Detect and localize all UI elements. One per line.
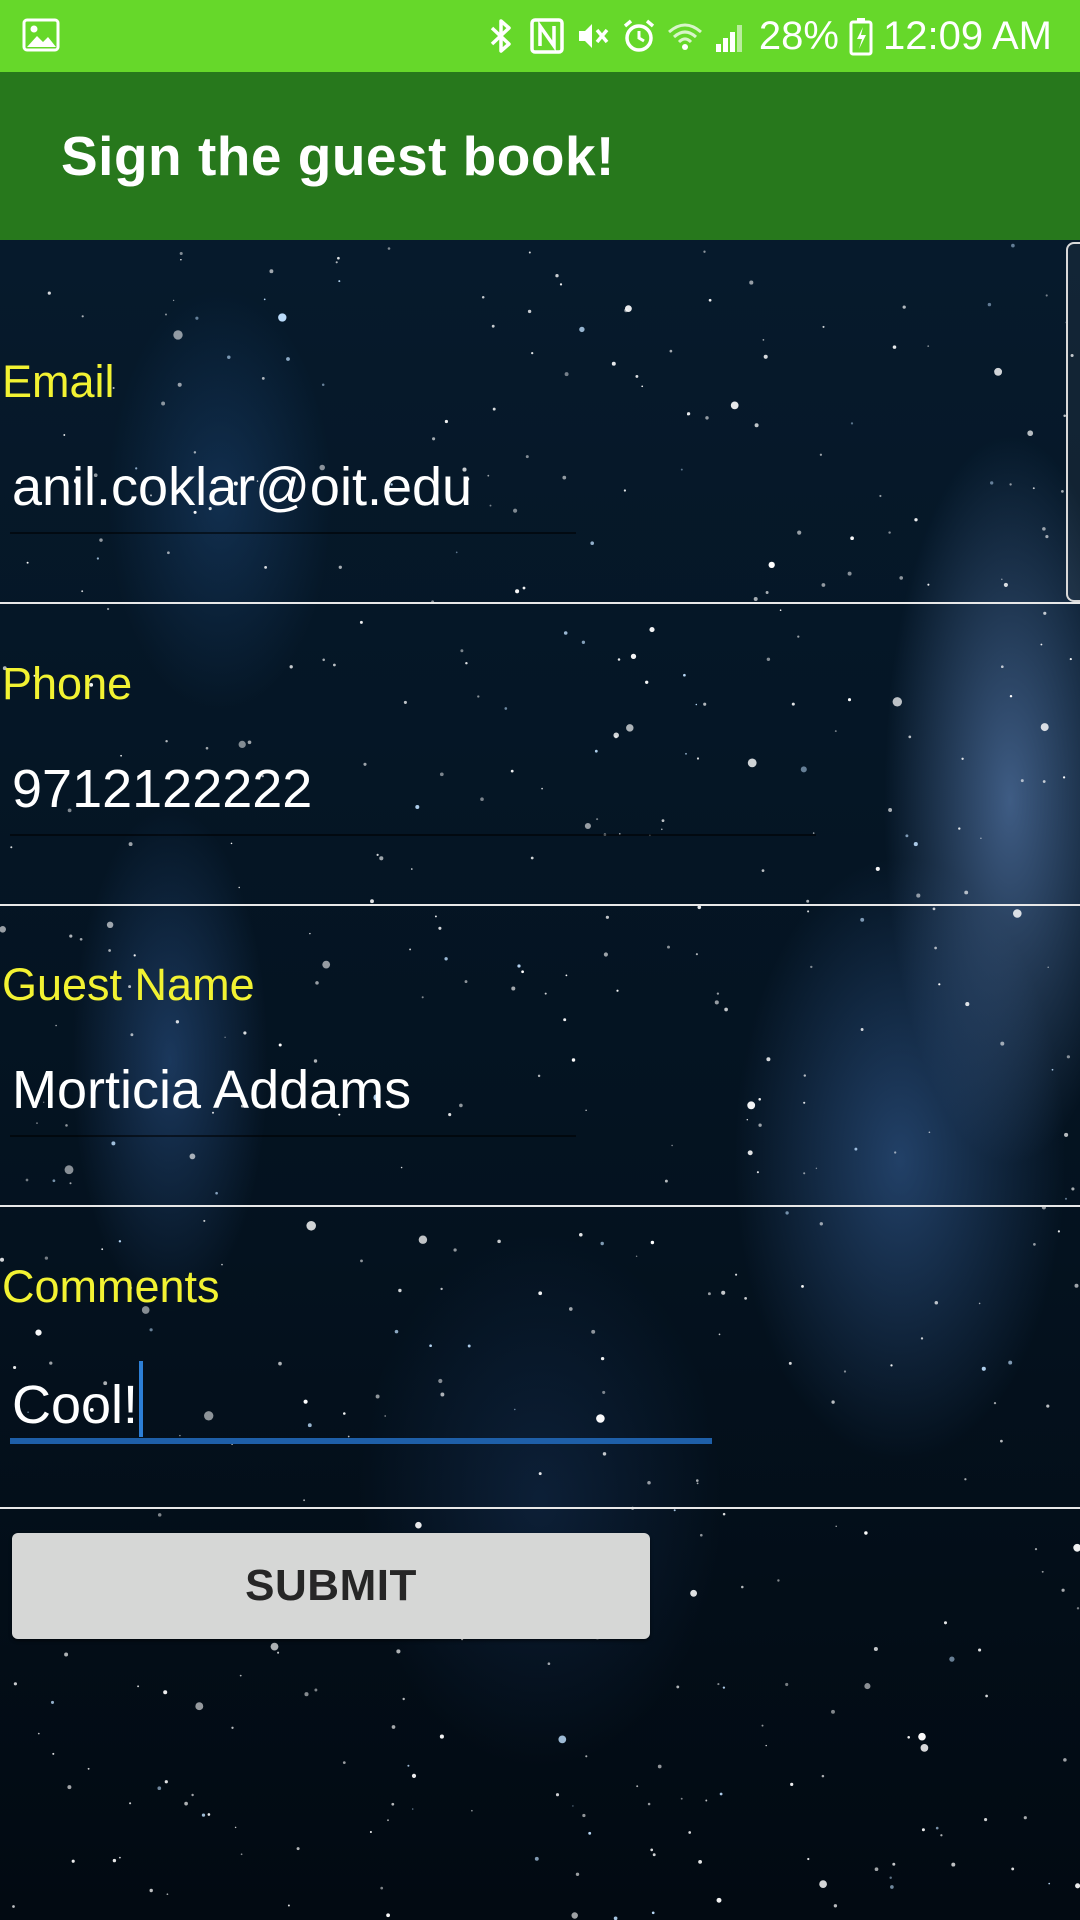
comments-label: Comments bbox=[2, 1261, 220, 1312]
nfc-icon bbox=[530, 18, 564, 54]
phone-input[interactable]: 9712122222 bbox=[12, 758, 312, 820]
gallery-icon bbox=[22, 18, 60, 52]
comments-input-focus-underline bbox=[10, 1438, 712, 1444]
email-label: Email bbox=[2, 356, 115, 407]
comments-field-group: Comments Cool! bbox=[0, 1143, 1080, 1509]
email-input-underline bbox=[10, 532, 576, 534]
status-bar: 28% 12:09 AM bbox=[0, 0, 1080, 72]
wifi-icon bbox=[667, 23, 702, 50]
comments-input-text: Cool! bbox=[12, 1375, 139, 1435]
phone-label: Phone bbox=[2, 658, 133, 709]
page-title: Sign the guest book! bbox=[61, 125, 615, 187]
guest-name-field-group: Guest Name Morticia Addams bbox=[0, 841, 1080, 1207]
content-area: Email anil.coklar@oit.edu Phone 97121222… bbox=[0, 240, 1080, 1920]
divider bbox=[0, 1507, 1080, 1509]
signal-icon bbox=[715, 25, 742, 52]
phone-input-underline bbox=[10, 834, 816, 836]
phone-field-group: Phone 9712122222 bbox=[0, 540, 1080, 906]
alarm-icon bbox=[623, 19, 655, 52]
comments-input[interactable]: Cool! bbox=[12, 1361, 144, 1437]
status-time: 12:09 AM bbox=[882, 14, 1052, 58]
text-cursor bbox=[139, 1361, 144, 1437]
email-input[interactable]: anil.coklar@oit.edu bbox=[12, 456, 472, 518]
submit-button[interactable]: SUBMIT bbox=[12, 1533, 650, 1639]
email-field-group: Email anil.coklar@oit.edu bbox=[0, 240, 1080, 604]
guest-name-input[interactable]: Morticia Addams bbox=[12, 1059, 411, 1121]
guest-name-label: Guest Name bbox=[2, 959, 255, 1010]
app-bar: Sign the guest book! bbox=[0, 72, 1080, 240]
battery-percent: 28% bbox=[758, 14, 839, 58]
vibrate-mute-icon bbox=[578, 24, 609, 48]
bluetooth-icon bbox=[490, 19, 511, 53]
guest-name-input-underline bbox=[10, 1135, 576, 1137]
battery-icon bbox=[849, 18, 873, 56]
